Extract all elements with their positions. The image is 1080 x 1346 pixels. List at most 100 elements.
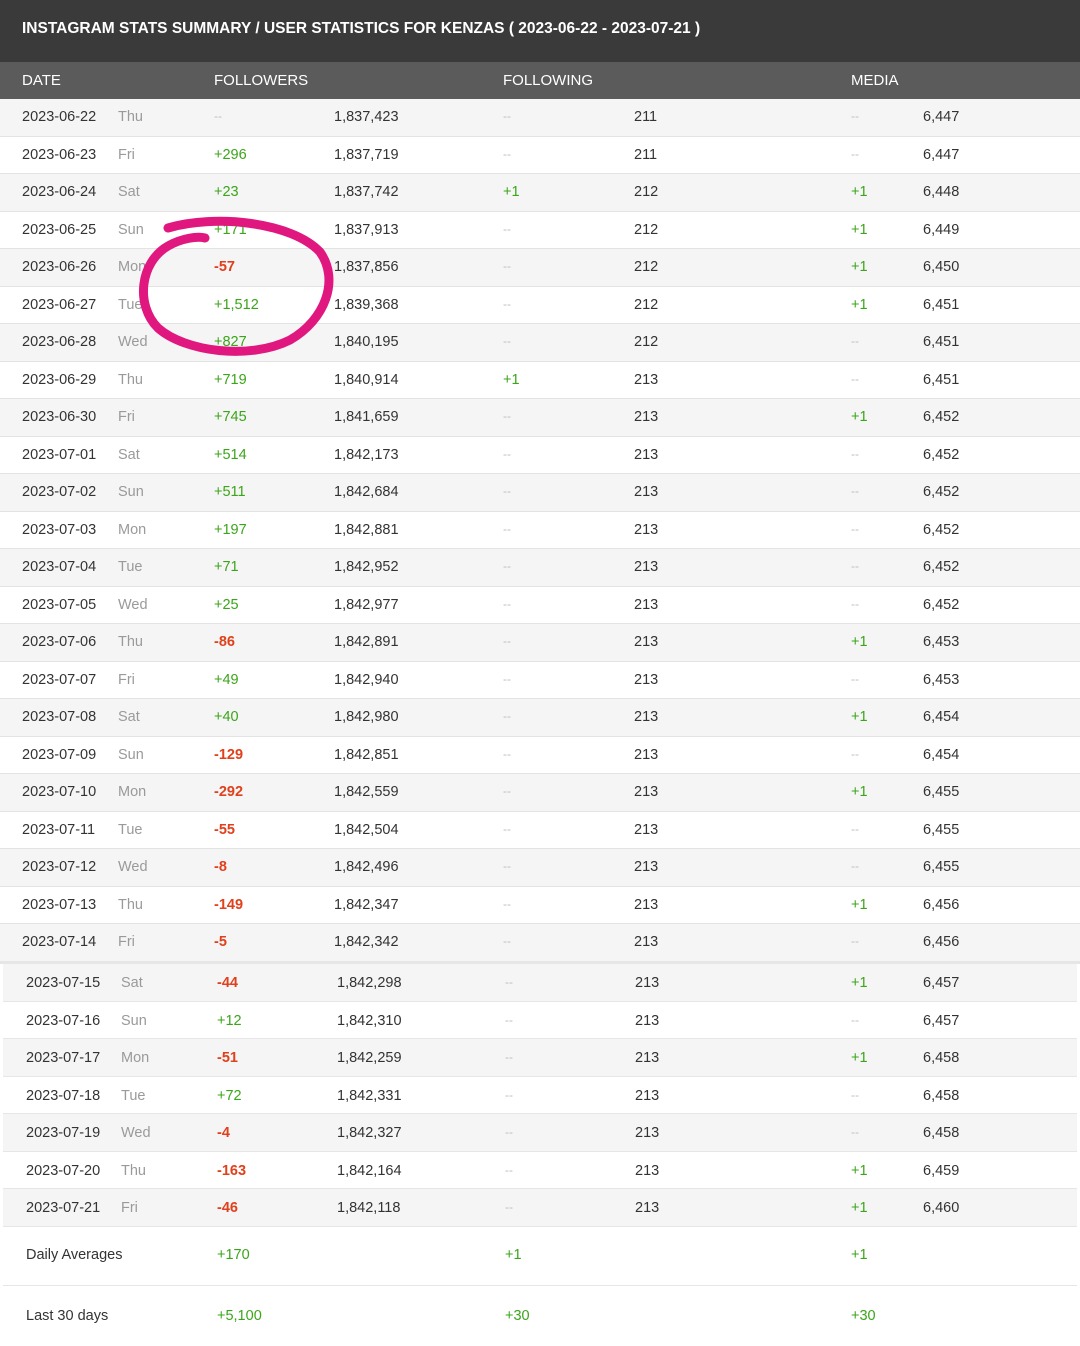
media-total-cell: 6,448 <box>923 184 960 200</box>
following-total-cell: 213 <box>635 1125 660 1141</box>
last-30-days-media: +30 <box>851 1308 876 1324</box>
following-change-cell: -- <box>503 446 511 461</box>
followers-change-cell: -129 <box>214 746 244 763</box>
media-change-cell: -- <box>851 596 859 611</box>
following-total-cell: 213 <box>634 409 659 425</box>
followers-change-cell: +511 <box>214 484 246 500</box>
column-header-media: MEDIA <box>851 72 899 89</box>
media-change-cell: +1 <box>851 896 868 913</box>
followers-total-cell: 1,842,298 <box>337 975 402 991</box>
followers-total-cell: 1,842,164 <box>337 1162 402 1179</box>
daily-averages-label: Daily Averages <box>26 1247 123 1263</box>
following-change-cell: -- <box>503 709 511 723</box>
weekday-cell: Sat <box>121 975 143 991</box>
media-change-cell: -- <box>851 559 859 573</box>
date-cell: 2023-06-24 <box>22 184 97 200</box>
following-total-cell: 213 <box>634 671 659 688</box>
media-change-cell: -- <box>851 1087 859 1102</box>
table-row: 2023-07-10 Mon -292 1,842,559 -- 213 +1 6,455 <box>0 774 1080 812</box>
date-cell: 2023-06-30 <box>22 409 97 425</box>
followers-total-cell: 1,842,891 <box>334 634 399 650</box>
table-row: 2023-07-01 Sat +514 1,842,173 -- 213 -- 6,452 <box>0 437 1080 474</box>
date-cell: 2023-07-06 <box>22 634 97 650</box>
media-total-cell: 6,452 <box>923 409 960 425</box>
followers-change-cell: +514 <box>214 446 247 463</box>
followers-total-cell: 1,837,856 <box>334 259 399 275</box>
media-total-cell: 6,458 <box>923 1125 960 1141</box>
following-total-cell: 213 <box>635 1050 660 1066</box>
table-row: 2023-06-22 Thu -- 1,837,423 -- 211 -- 6,447 <box>0 99 1080 137</box>
media-total-cell: 6,455 <box>923 784 960 800</box>
table-row: 2023-07-20 Thu -163 1,842,164 -- 213 +1 6,459 <box>3 1152 1077 1189</box>
followers-change-cell: -4 <box>217 1125 230 1141</box>
date-cell: 2023-07-08 <box>22 709 97 725</box>
media-change-cell: -- <box>851 521 859 536</box>
column-header-date: DATE <box>22 72 61 89</box>
date-cell: 2023-06-25 <box>22 221 97 238</box>
table-row: 2023-06-28 Wed +827 1,840,195 -- 212 -- 6,451 <box>0 324 1080 362</box>
following-change-cell: -- <box>503 784 511 798</box>
followers-change-cell: +71 <box>214 559 239 575</box>
following-total-cell: 213 <box>634 709 659 725</box>
following-total-cell: 211 <box>634 146 658 163</box>
table-row: 2023-06-23 Fri +296 1,837,719 -- 211 -- 6,447 <box>0 137 1080 174</box>
table-row: 2023-07-15 Sat -44 1,842,298 -- 213 +1 6,457 <box>3 964 1077 1002</box>
table-row: 2023-07-13 Thu -149 1,842,347 -- 213 +1 6,456 <box>0 887 1080 924</box>
following-total-cell: 212 <box>634 221 659 238</box>
followers-total-cell: 1,842,259 <box>337 1050 402 1066</box>
following-change-cell: -- <box>503 746 511 761</box>
table-row: 2023-06-29 Thu +719 1,840,914 +1 213 -- 6,451 <box>0 362 1080 399</box>
date-cell: 2023-07-04 <box>22 559 97 575</box>
date-cell: 2023-06-29 <box>22 371 97 388</box>
followers-total-cell: 1,837,742 <box>334 184 399 200</box>
followers-change-cell: -163 <box>217 1162 247 1179</box>
weekday-cell: Thu <box>121 1162 146 1179</box>
followers-total-cell: 1,837,913 <box>334 221 399 238</box>
followers-change-cell: -86 <box>214 634 235 650</box>
followers-change-cell: +745 <box>214 409 247 425</box>
following-total-cell: 213 <box>634 896 659 913</box>
media-total-cell: 6,456 <box>923 896 960 913</box>
following-total-cell: 213 <box>634 559 659 575</box>
media-total-cell: 6,451 <box>923 296 960 313</box>
weekday-cell: Tue <box>118 559 143 575</box>
weekday-cell: Thu <box>118 634 143 650</box>
weekday-cell: Wed <box>118 859 148 875</box>
media-total-cell: 6,447 <box>923 146 960 163</box>
table-row: 2023-07-09 Sun -129 1,842,851 -- 213 -- 6,454 <box>0 737 1080 774</box>
following-change-cell: -- <box>505 1162 513 1177</box>
weekday-cell: Wed <box>121 1125 151 1141</box>
date-cell: 2023-07-03 <box>22 521 97 538</box>
media-change-cell: +1 <box>851 221 868 238</box>
stats-table-body-continued: 2023-07-15 Sat -44 1,842,298 -- 213 +1 6,457 202… <box>3 964 1077 1227</box>
weekday-cell: Tue <box>118 821 143 838</box>
followers-change-cell: +12 <box>217 1012 242 1029</box>
stats-table-body: 2023-06-22 Thu -- 1,837,423 -- 211 -- 6,447 2023… <box>0 99 1080 962</box>
following-change-cell: -- <box>503 896 511 911</box>
following-change-cell: -- <box>503 109 511 123</box>
following-total-cell: 213 <box>634 934 659 950</box>
following-total-cell: 213 <box>635 1200 660 1216</box>
followers-total-cell: 1,842,684 <box>334 484 399 500</box>
media-change-cell: -- <box>851 146 859 161</box>
followers-change-cell: +827 <box>214 334 247 350</box>
date-cell: 2023-07-09 <box>22 746 97 763</box>
followers-change-cell: +25 <box>214 596 239 613</box>
last-30-days-following: +30 <box>505 1308 530 1324</box>
weekday-cell: Mon <box>118 784 147 800</box>
media-change-cell: -- <box>851 109 859 123</box>
following-change-cell: -- <box>503 484 511 498</box>
media-change-cell: -- <box>851 371 859 386</box>
date-cell: 2023-07-20 <box>26 1162 101 1179</box>
following-total-cell: 213 <box>634 484 659 500</box>
daily-averages-media: +1 <box>851 1247 868 1263</box>
daily-averages-followers: +170 <box>217 1247 250 1263</box>
following-total-cell: 213 <box>634 859 659 875</box>
following-change-cell: -- <box>503 671 511 686</box>
table-row: 2023-07-21 Fri -46 1,842,118 -- 213 +1 6,460 <box>3 1189 1077 1227</box>
following-change-cell: -- <box>505 1200 513 1214</box>
date-cell: 2023-07-21 <box>26 1200 101 1216</box>
following-total-cell: 213 <box>634 521 659 538</box>
following-change-cell: -- <box>505 975 513 989</box>
table-row: 2023-07-12 Wed -8 1,842,496 -- 213 -- 6,455 <box>0 849 1080 887</box>
